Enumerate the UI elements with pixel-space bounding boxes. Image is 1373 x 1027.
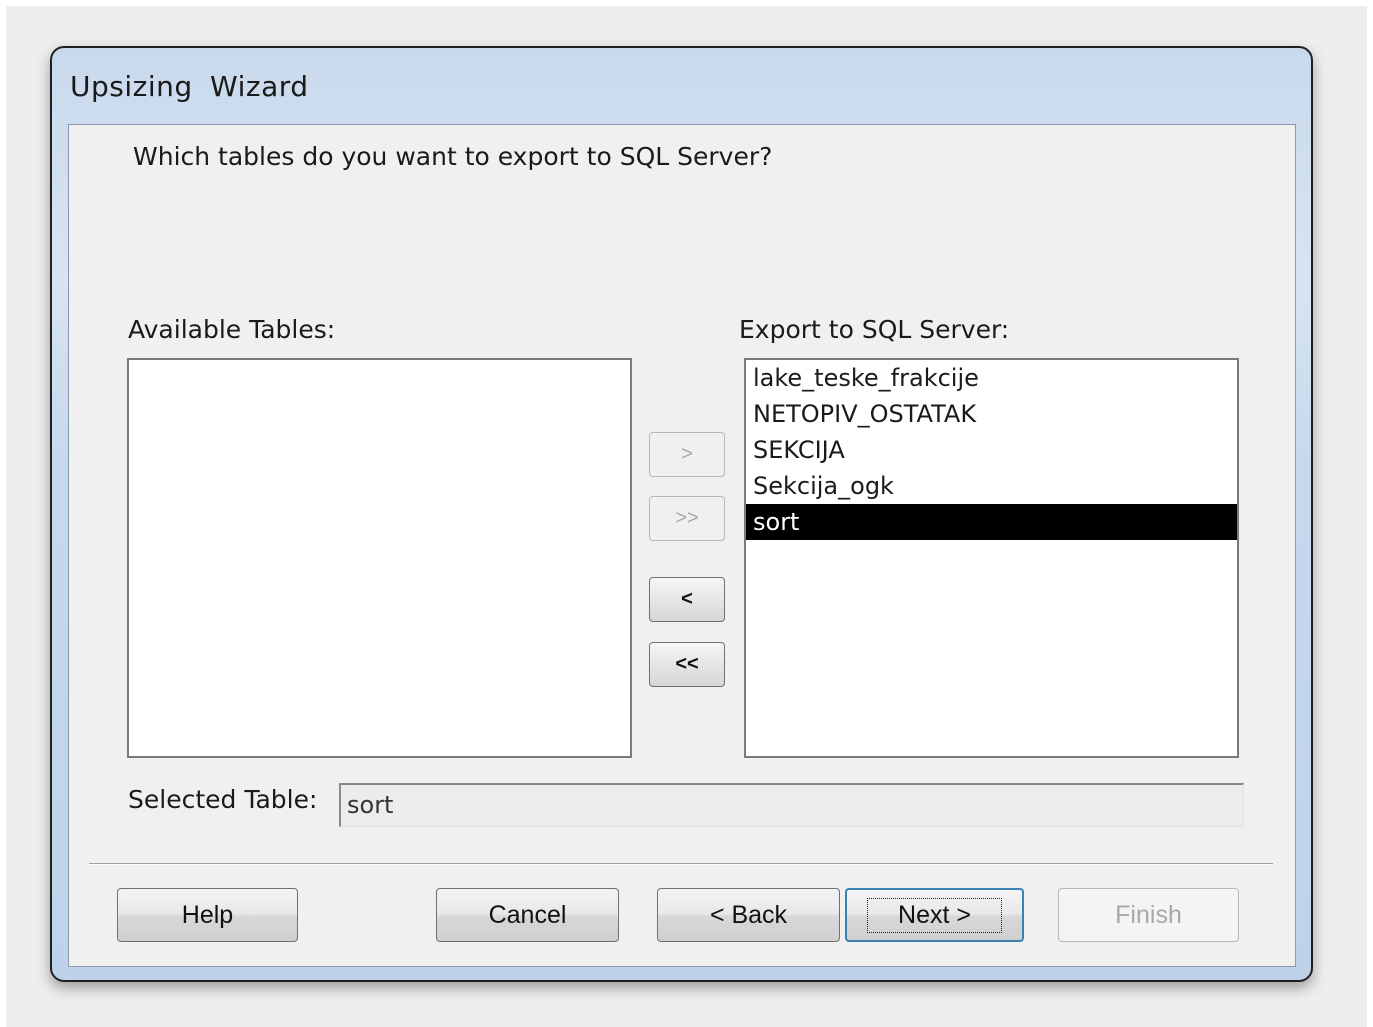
export-list-item[interactable]: SEKCIJA bbox=[746, 432, 1237, 468]
add-one-button[interactable]: > bbox=[649, 432, 725, 477]
export-list-item[interactable]: lake_teske_frakcije bbox=[746, 360, 1237, 396]
cancel-button[interactable]: Cancel bbox=[436, 888, 619, 942]
export-list-item[interactable]: sort bbox=[746, 504, 1237, 540]
remove-all-button[interactable]: << bbox=[649, 642, 725, 687]
dialog-client-area: Which tables do you want to export to SQ… bbox=[68, 124, 1296, 967]
available-tables-listbox[interactable] bbox=[127, 358, 632, 758]
finish-button[interactable]: Finish bbox=[1058, 888, 1239, 942]
dialog-divider bbox=[89, 863, 1273, 865]
export-tables-label: Export to SQL Server: bbox=[739, 315, 1010, 344]
next-button[interactable]: Next > bbox=[845, 888, 1024, 942]
wizard-question: Which tables do you want to export to SQ… bbox=[133, 142, 773, 171]
export-list-item[interactable]: Sekcija_ogk bbox=[746, 468, 1237, 504]
selected-table-label: Selected Table: bbox=[128, 785, 318, 814]
export-tables-listbox[interactable]: lake_teske_frakcije NETOPIV_OSTATAK SEKCIJ… bbox=[744, 358, 1239, 758]
next-button-label: Next > bbox=[867, 897, 1002, 933]
upsizing-wizard-dialog: Upsizing Wizard Which tables do you want… bbox=[50, 46, 1313, 982]
help-button[interactable]: Help bbox=[117, 888, 298, 942]
dialog-title: Upsizing Wizard bbox=[70, 70, 309, 103]
back-button[interactable]: < Back bbox=[657, 888, 840, 942]
remove-one-button[interactable]: < bbox=[649, 577, 725, 622]
export-list-item[interactable]: NETOPIV_OSTATAK bbox=[746, 396, 1237, 432]
selected-table-field: sort bbox=[339, 783, 1244, 827]
available-tables-label: Available Tables: bbox=[128, 315, 336, 344]
add-all-button[interactable]: >> bbox=[649, 496, 725, 541]
